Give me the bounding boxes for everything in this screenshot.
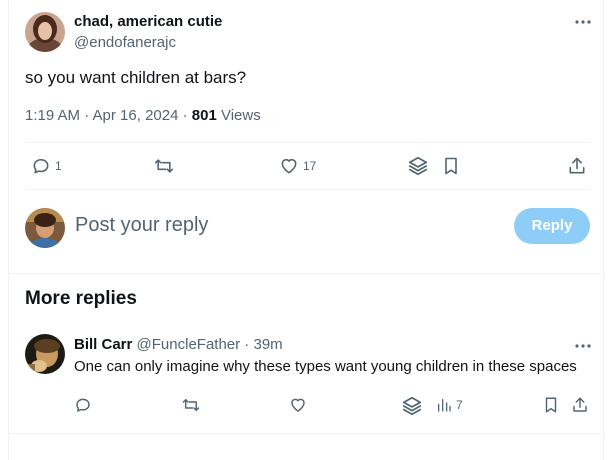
reply-repost-icon[interactable] [181, 396, 201, 414]
heart-icon [281, 158, 297, 174]
reply-bookmark-icon[interactable] [542, 395, 560, 415]
divider [25, 189, 591, 190]
reply-reply-icon[interactable] [74, 396, 92, 414]
share-icon[interactable] [567, 155, 587, 177]
divider [25, 142, 591, 143]
reply-time[interactable]: · 39m [240, 336, 282, 353]
reply-views-action[interactable]: 7 [436, 397, 463, 413]
section-divider [9, 273, 604, 274]
reply-heart-icon[interactable] [289, 396, 307, 414]
reply-author-name[interactable]: Bill Carr [74, 336, 132, 353]
tweet-meta: 1:19 AM · Apr 16, 2024 · 801 Views [25, 107, 261, 124]
more-replies-heading: More replies [25, 288, 137, 309]
current-user-avatar[interactable] [25, 208, 65, 248]
repost-action[interactable] [153, 156, 175, 176]
tweet-text: so you want children at bars? [25, 68, 247, 87]
reply-input[interactable]: Post your reply [75, 214, 208, 237]
reply-count: 1 [55, 159, 62, 173]
author-name[interactable]: chad, american cutie [74, 13, 222, 30]
reply-grok-layers-icon[interactable] [401, 395, 423, 417]
bookmark-icon[interactable] [441, 155, 461, 177]
author-handle[interactable]: @endofanerajc [74, 34, 176, 51]
reply-button[interactable]: Reply [514, 208, 590, 244]
views-count: 801 [191, 107, 217, 124]
reply-views-count: 7 [456, 398, 463, 412]
views-label: Views [216, 107, 261, 124]
reply-author-avatar[interactable] [25, 334, 65, 374]
grok-layers-icon[interactable] [407, 155, 429, 177]
reply-header: Bill Carr @FuncleFather · 39m [74, 336, 283, 353]
reply-author-handle[interactable]: @FuncleFather [137, 336, 241, 353]
reply-action[interactable]: 1 [31, 156, 62, 176]
reply-more-options-icon[interactable] [573, 338, 593, 354]
tweet-timestamp[interactable]: 1:19 AM · Apr 16, 2024 · [25, 107, 192, 124]
tweet-detail-column: chad, american cutie @endofanerajc so yo… [8, 0, 604, 460]
author-avatar[interactable] [25, 12, 65, 52]
like-action[interactable]: 17 [279, 156, 316, 176]
more-options-icon[interactable] [573, 14, 593, 30]
section-divider [9, 433, 604, 434]
reply-share-icon[interactable] [571, 395, 589, 415]
reply-icon [33, 158, 49, 174]
reply-text: One can only imagine why these types wan… [74, 358, 577, 375]
like-count: 17 [303, 159, 317, 173]
analytics-icon [438, 399, 451, 412]
repost-icon [154, 159, 174, 173]
